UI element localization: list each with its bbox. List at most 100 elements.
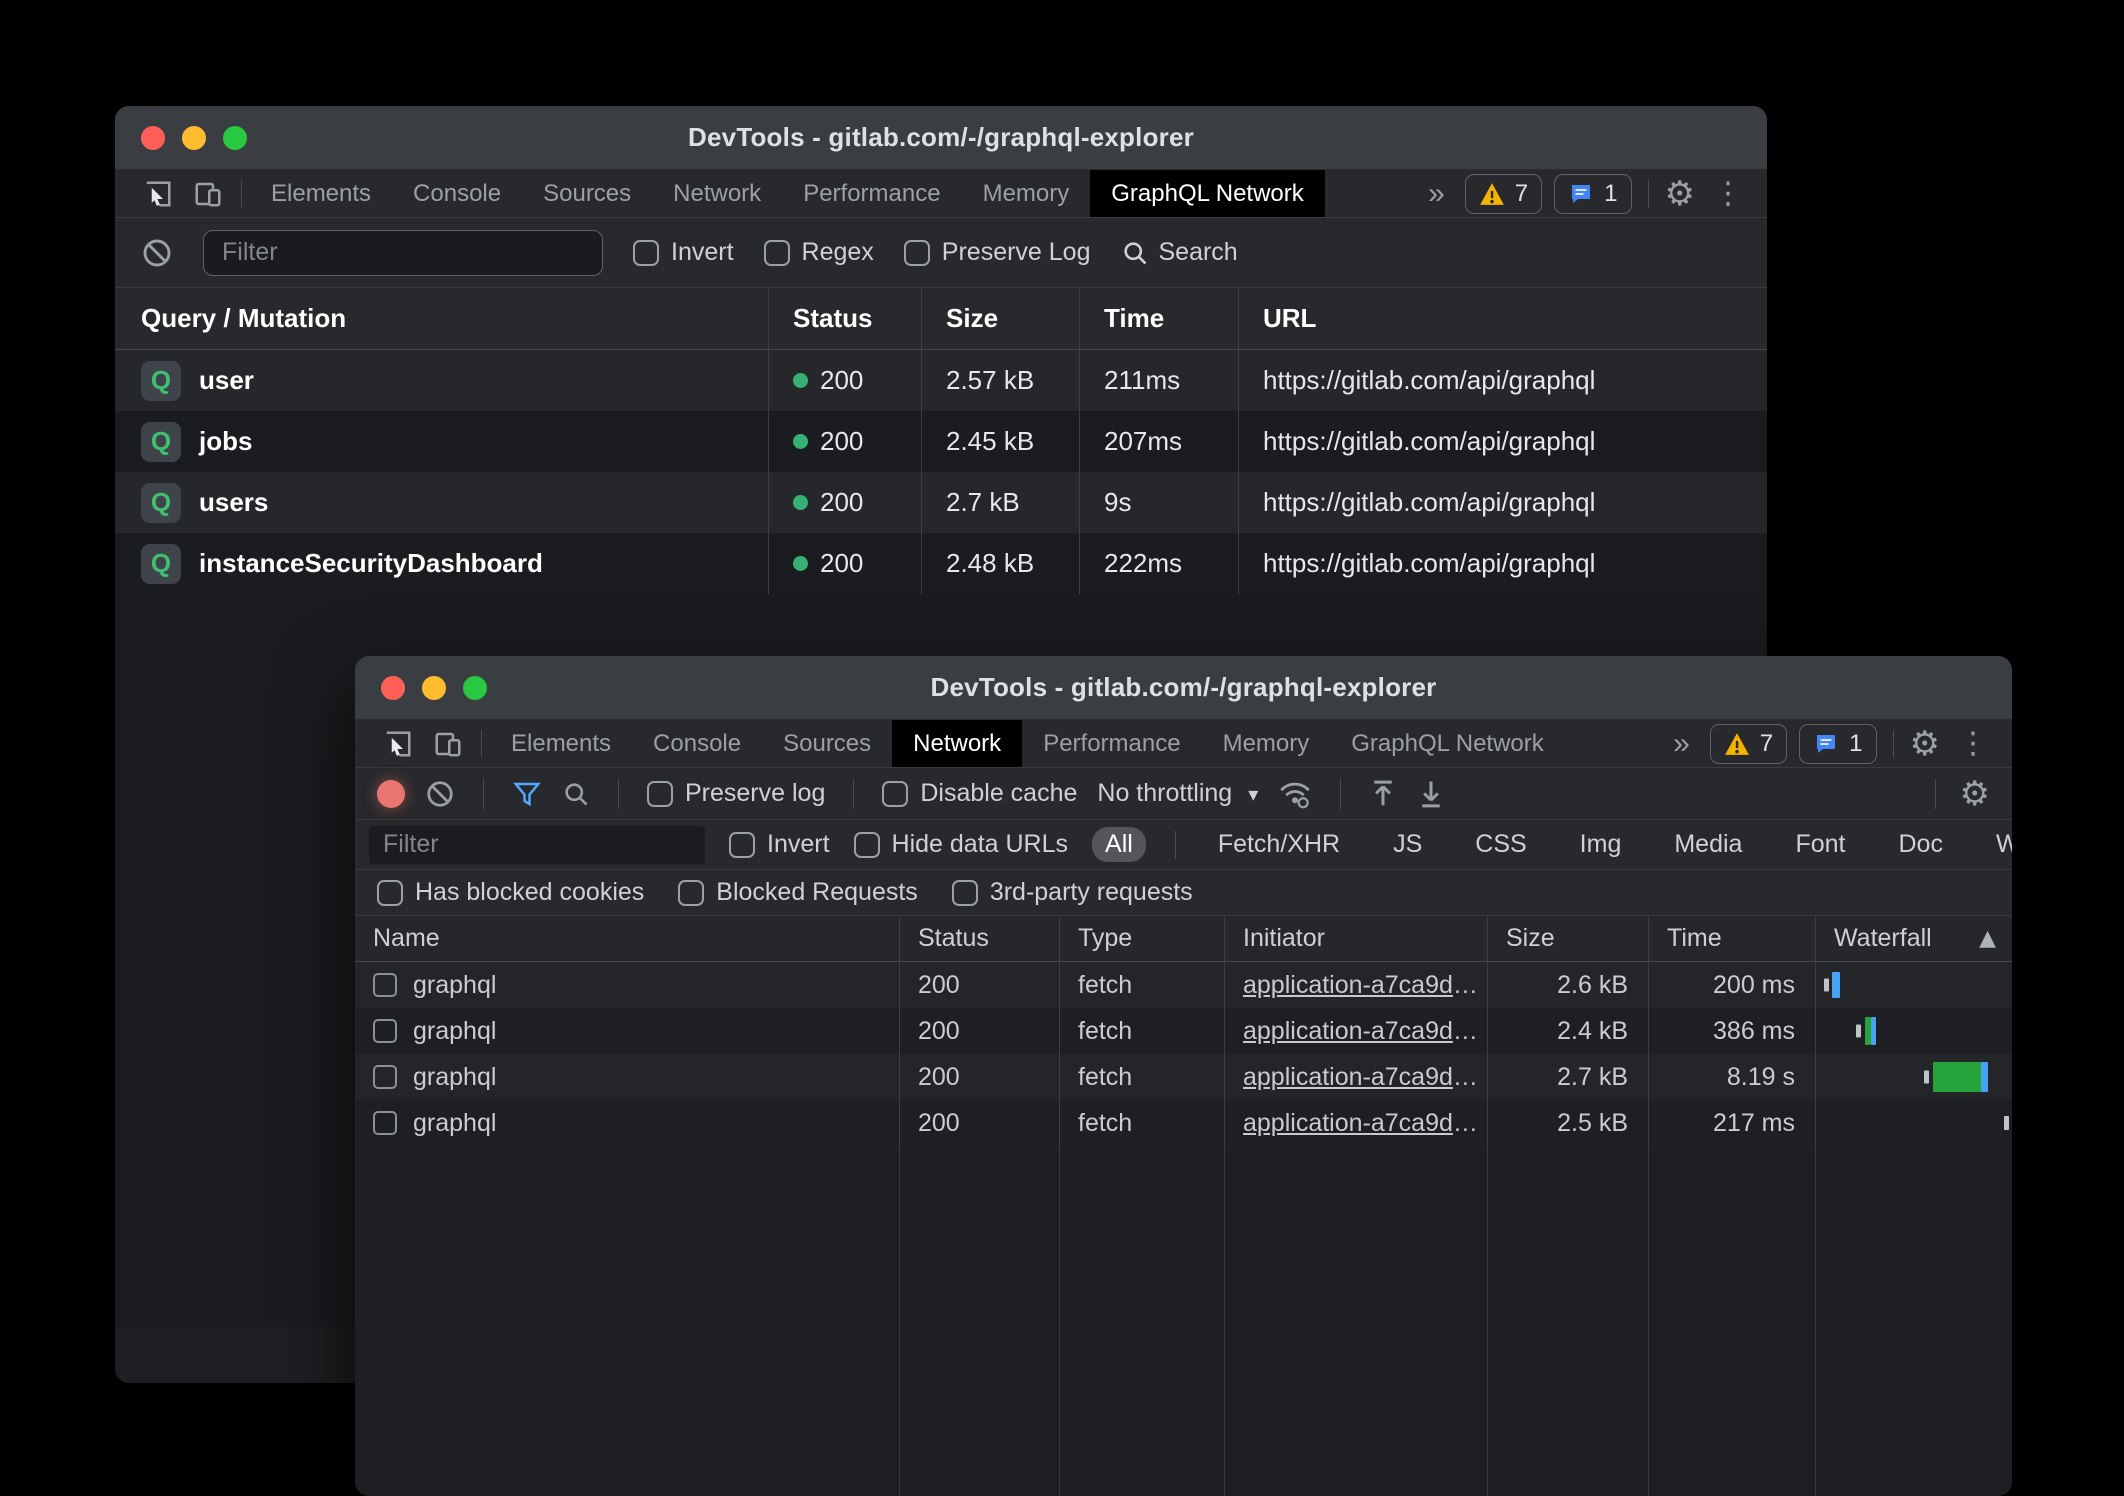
row-checkbox[interactable]	[373, 1019, 397, 1043]
filter-funnel-icon[interactable]	[512, 779, 542, 809]
column-header-initiator[interactable]: Initiator	[1224, 916, 1487, 961]
column-header-time[interactable]: Time	[1648, 916, 1815, 961]
preserve-log-checkbox[interactable]	[647, 781, 673, 807]
tab-memory[interactable]: Memory	[1202, 720, 1331, 767]
title-bar[interactable]: DevTools - gitlab.com/-/graphql-explorer	[355, 656, 2012, 720]
hide-data-urls-checkbox[interactable]	[854, 832, 880, 858]
minimize-window-button[interactable]	[182, 126, 206, 150]
inspect-element-button[interactable]	[373, 720, 423, 767]
table-row[interactable]: graphql 200 fetch application-a7ca9d0… 2…	[355, 1054, 2012, 1100]
tab-performance[interactable]: Performance	[1022, 720, 1201, 767]
initiator-link[interactable]: application-a7ca9d0…	[1243, 971, 1487, 1000]
table-row[interactable]: graphql 200 fetch application-a7ca9d0… 2…	[355, 962, 2012, 1008]
initiator-link[interactable]: application-a7ca9d0…	[1243, 1109, 1487, 1138]
title-bar[interactable]: DevTools - gitlab.com/-/graphql-explorer	[115, 106, 1767, 170]
more-tabs-icon[interactable]: »	[1420, 177, 1453, 211]
invert-checkbox[interactable]	[729, 832, 755, 858]
invert-checkbox-group[interactable]: Invert	[729, 830, 830, 859]
type-filter-js[interactable]: JS	[1380, 827, 1435, 862]
zoom-window-button[interactable]	[463, 676, 487, 700]
preserve-log-checkbox-group[interactable]: Preserve Log	[904, 238, 1091, 267]
table-row[interactable]: Qjobs 200 2.45 kB 207ms https://gitlab.c…	[115, 411, 1767, 472]
import-har-icon[interactable]	[1369, 779, 1397, 809]
network-settings-gear-icon[interactable]: ⚙	[1960, 777, 1990, 811]
filter-input[interactable]	[369, 826, 705, 864]
clear-icon[interactable]	[141, 237, 173, 269]
filter-input[interactable]	[203, 230, 603, 276]
column-header-type[interactable]: Type	[1059, 916, 1224, 961]
tab-performance[interactable]: Performance	[782, 170, 961, 217]
table-row[interactable]: Quser 200 2.57 kB 211ms https://gitlab.c…	[115, 350, 1767, 411]
tab-console[interactable]: Console	[632, 720, 762, 767]
tab-network[interactable]: Network	[652, 170, 782, 217]
row-checkbox[interactable]	[373, 1111, 397, 1135]
column-header-url[interactable]: URL	[1238, 288, 1767, 349]
initiator-link[interactable]: application-a7ca9d0…	[1243, 1017, 1487, 1046]
minimize-window-button[interactable]	[422, 676, 446, 700]
tab-sources[interactable]: Sources	[522, 170, 652, 217]
zoom-window-button[interactable]	[223, 126, 247, 150]
column-header-status[interactable]: Status	[768, 288, 921, 349]
table-row[interactable]: QinstanceSecurityDashboard 200 2.48 kB 2…	[115, 533, 1767, 594]
more-tabs-icon[interactable]: »	[1665, 727, 1698, 761]
export-har-icon[interactable]	[1417, 779, 1445, 809]
table-row[interactable]: graphql 200 fetch application-a7ca9d0… 2…	[355, 1008, 2012, 1054]
network-conditions-icon[interactable]	[1278, 779, 1312, 809]
column-header-size[interactable]: Size	[921, 288, 1079, 349]
tab-graphql-network[interactable]: GraphQL Network	[1330, 720, 1565, 767]
hide-data-urls-checkbox-group[interactable]: Hide data URLs	[854, 830, 1068, 859]
column-header-name[interactable]: Name	[355, 916, 899, 961]
type-filter-img[interactable]: Img	[1567, 827, 1635, 862]
table-row[interactable]: Qusers 200 2.7 kB 9s https://gitlab.com/…	[115, 472, 1767, 533]
tab-network[interactable]: Network	[892, 720, 1022, 767]
kebab-menu-icon[interactable]: ⋮	[1707, 179, 1749, 209]
close-window-button[interactable]	[141, 126, 165, 150]
settings-gear-icon[interactable]: ⚙	[1910, 727, 1940, 761]
throttling-dropdown[interactable]: No throttling ▾	[1097, 779, 1258, 808]
has-blocked-cookies-checkbox[interactable]	[377, 880, 403, 906]
column-header-waterfall[interactable]: Waterfall ▲	[1815, 916, 2012, 961]
regex-checkbox-group[interactable]: Regex	[764, 238, 874, 267]
tab-elements[interactable]: Elements	[250, 170, 392, 217]
settings-gear-icon[interactable]: ⚙	[1665, 177, 1695, 211]
row-checkbox[interactable]	[373, 973, 397, 997]
type-filter-font[interactable]: Font	[1782, 827, 1858, 862]
issues-badge[interactable]: 1	[1554, 174, 1631, 214]
type-filter-doc[interactable]: Doc	[1885, 827, 1955, 862]
invert-checkbox[interactable]	[633, 240, 659, 266]
tab-elements[interactable]: Elements	[490, 720, 632, 767]
type-filter-css[interactable]: CSS	[1462, 827, 1539, 862]
has-blocked-cookies-checkbox-group[interactable]: Has blocked cookies	[377, 878, 644, 907]
type-filter-media[interactable]: Media	[1661, 827, 1755, 862]
issues-badge[interactable]: 1	[1799, 724, 1876, 764]
third-party-requests-checkbox[interactable]	[952, 880, 978, 906]
close-window-button[interactable]	[381, 676, 405, 700]
table-row[interactable]: graphql 200 fetch application-a7ca9d0… 2…	[355, 1100, 2012, 1146]
regex-checkbox[interactable]	[764, 240, 790, 266]
search-icon[interactable]	[562, 780, 590, 808]
record-network-log-button[interactable]	[377, 780, 405, 808]
kebab-menu-icon[interactable]: ⋮	[1952, 729, 1994, 759]
warnings-badge[interactable]: 7	[1710, 724, 1787, 764]
row-checkbox[interactable]	[373, 1065, 397, 1089]
device-toolbar-button[interactable]	[423, 720, 473, 767]
tab-sources[interactable]: Sources	[762, 720, 892, 767]
inspect-element-button[interactable]	[133, 170, 183, 217]
search-group[interactable]: Search	[1121, 238, 1238, 267]
preserve-log-checkbox[interactable]	[904, 240, 930, 266]
preserve-log-checkbox-group[interactable]: Preserve log	[647, 779, 825, 808]
blocked-requests-checkbox-group[interactable]: Blocked Requests	[678, 878, 918, 907]
third-party-requests-checkbox-group[interactable]: 3rd-party requests	[952, 878, 1193, 907]
warnings-badge[interactable]: 7	[1465, 174, 1542, 214]
initiator-link[interactable]: application-a7ca9d0…	[1243, 1063, 1487, 1092]
disable-cache-checkbox-group[interactable]: Disable cache	[882, 779, 1077, 808]
column-header-status[interactable]: Status	[899, 916, 1059, 961]
tab-memory[interactable]: Memory	[962, 170, 1091, 217]
tab-console[interactable]: Console	[392, 170, 522, 217]
disable-cache-checkbox[interactable]	[882, 781, 908, 807]
column-header-size[interactable]: Size	[1487, 916, 1648, 961]
type-filter-fetch-xhr[interactable]: Fetch/XHR	[1205, 827, 1353, 862]
blocked-requests-checkbox[interactable]	[678, 880, 704, 906]
type-filter-all[interactable]: All	[1092, 827, 1146, 862]
device-toolbar-button[interactable]	[183, 170, 233, 217]
